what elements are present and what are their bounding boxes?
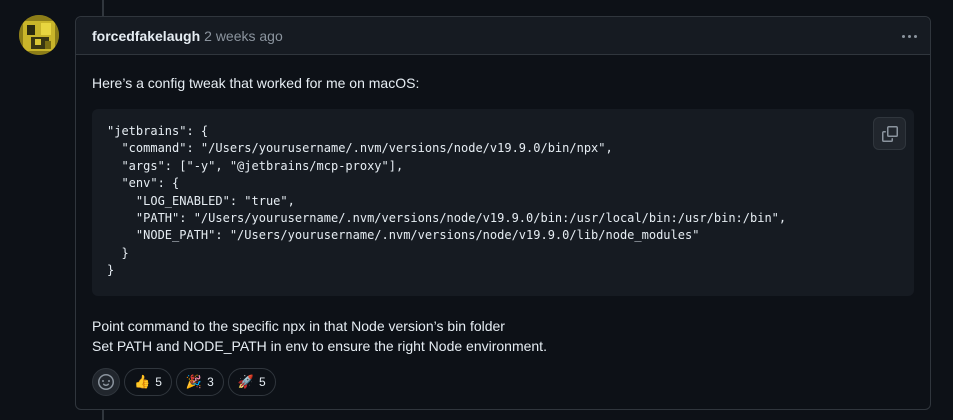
code-line: "NODE_PATH": "/Users/yourusername/.nvm/v…	[135, 228, 700, 243]
comment-card: forcedfakelaugh 2 weeks ago Here’s a con…	[75, 16, 931, 410]
code-block: "jetbrains": { "command": "/Users/yourus…	[92, 109, 914, 296]
more-options-icon[interactable]	[898, 26, 920, 46]
copy-icon	[881, 125, 898, 142]
reactions-bar: 👍 5 🎉 3 🚀 5	[92, 368, 914, 396]
code-line: }	[107, 263, 115, 278]
author-name[interactable]: forcedfakelaugh	[92, 28, 200, 44]
code-line: }	[121, 245, 129, 260]
reaction-count: 5	[155, 375, 162, 389]
code-line: "LOG_ENABLED": "true",	[135, 193, 295, 208]
code-line: "jetbrains": {	[107, 124, 209, 138]
avatar[interactable]	[19, 15, 59, 55]
comment-header: forcedfakelaugh 2 weeks ago	[76, 17, 930, 55]
comment-intro: Here’s a config tweak that worked for me…	[92, 75, 420, 91]
comment-timestamp[interactable]: 2 weeks ago	[204, 28, 283, 44]
comment-body: Here’s a config tweak that worked for me…	[76, 55, 930, 396]
note-line-1: Point command to the specific npx in tha…	[92, 318, 505, 334]
party-popper-icon: 🎉	[185, 374, 203, 390]
add-reaction-button[interactable]	[92, 368, 120, 396]
reaction-count: 5	[258, 375, 266, 389]
code-line: "PATH": "/Users/yourusername/.nvm/versio…	[135, 211, 787, 226]
reaction-thumbs-up[interactable]: 👍 5	[124, 368, 172, 396]
smiley-icon	[98, 374, 114, 390]
reaction-party[interactable]: 🎉 3	[175, 368, 224, 396]
copy-button[interactable]	[873, 117, 906, 150]
note-line-2: Set PATH and NODE_PATH in env to ensure …	[92, 338, 547, 354]
reaction-count: 3	[207, 375, 214, 389]
reaction-rocket[interactable]: 🚀 5	[227, 368, 276, 396]
rocket-icon: 🚀	[237, 374, 254, 390]
code-line: "command": "/Users/yourusername/.nvm/ver…	[121, 141, 613, 156]
comment-notes: Point command to the specific npx in tha…	[92, 316, 914, 356]
code-line: "args": ["-y", "@jetbrains/mcp-proxy"],	[121, 158, 404, 173]
code-content: "jetbrains": { "command": "/Users/yourus…	[107, 123, 899, 280]
code-line: "env": {	[121, 176, 180, 191]
thumbs-up-icon: 👍	[134, 374, 151, 390]
